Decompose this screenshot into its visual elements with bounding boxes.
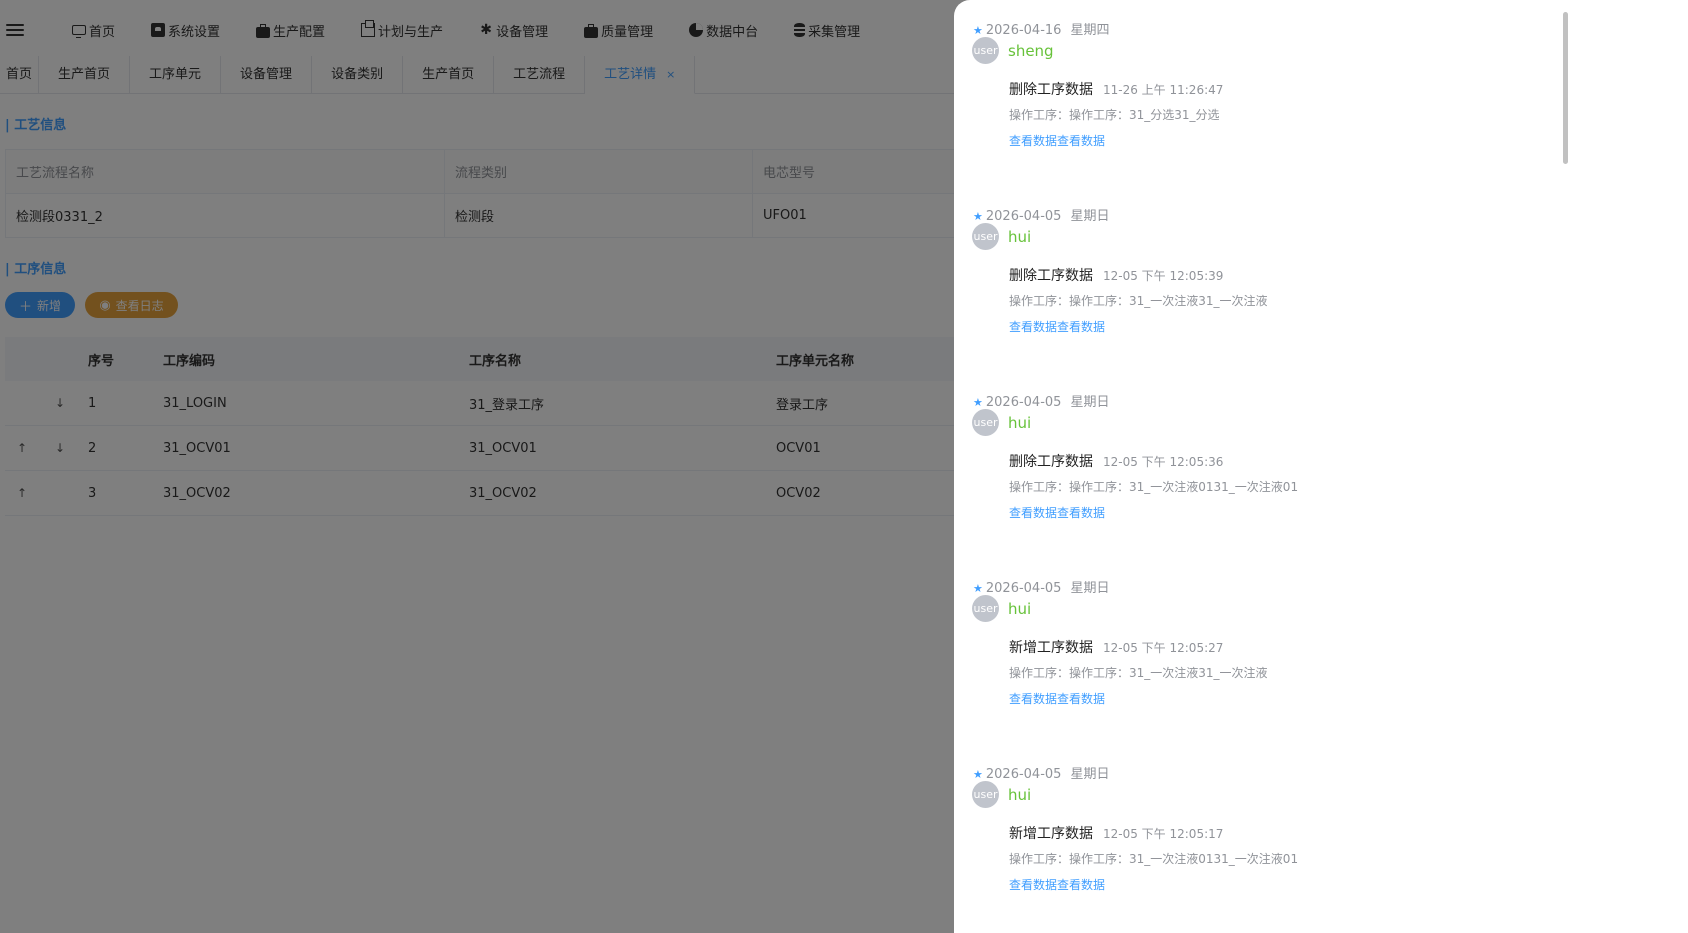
log-detail: 操作工序：操作工序：31_分选31_分选 bbox=[1009, 108, 1220, 122]
log-drawer: ★ 2026-04-16 星期四 user sheng 删除工序数据 11-26 上午… bbox=[954, 0, 1688, 933]
log-entry: ★ 2026-04-05 星期日 user hui 删除工序数据 12-05 下午 1… bbox=[954, 391, 1554, 577]
log-detail: 操作工序：操作工序：31_一次注液31_一次注液 bbox=[1009, 666, 1268, 680]
log-date: ★ 2026-04-05 星期日 bbox=[973, 209, 1110, 224]
log-detail: 操作工序：操作工序：31_一次注液31_一次注液 bbox=[1009, 294, 1268, 308]
drawer-scrollbar[interactable] bbox=[1563, 12, 1568, 164]
log-action: 新增工序数据 12-05 下午 12:05:27 bbox=[1009, 640, 1224, 656]
log-date: ★ 2026-04-05 星期日 bbox=[973, 581, 1110, 596]
log-action: 删除工序数据 12-05 下午 12:05:39 bbox=[1009, 268, 1224, 284]
log-entry: ★ 2026-04-05 星期日 user hui 新增工序数据 12-05 下午 1… bbox=[954, 763, 1554, 933]
star-icon: ★ bbox=[973, 582, 983, 595]
avatar: user bbox=[972, 781, 999, 808]
avatar: user bbox=[972, 223, 999, 250]
log-username: hui bbox=[1008, 786, 1032, 804]
avatar: user bbox=[972, 595, 999, 622]
view-data-link[interactable]: 查看数据查看数据 bbox=[1009, 504, 1105, 521]
star-icon: ★ bbox=[973, 210, 983, 223]
log-username: hui bbox=[1008, 414, 1032, 432]
view-data-link[interactable]: 查看数据查看数据 bbox=[1009, 132, 1105, 149]
avatar: user bbox=[972, 37, 999, 64]
log-action: 删除工序数据 11-26 上午 11:26:47 bbox=[1009, 82, 1224, 98]
log-detail: 操作工序：操作工序：31_一次注液0131_一次注液01 bbox=[1009, 480, 1299, 494]
view-data-link[interactable]: 查看数据查看数据 bbox=[1009, 318, 1105, 335]
log-username: hui bbox=[1008, 600, 1032, 618]
star-icon: ★ bbox=[973, 396, 983, 409]
log-date: ★ 2026-04-16 星期四 bbox=[973, 23, 1110, 38]
log-detail: 操作工序：操作工序：31_一次注液0131_一次注液01 bbox=[1009, 852, 1299, 866]
view-data-link[interactable]: 查看数据查看数据 bbox=[1009, 690, 1105, 707]
log-action: 删除工序数据 12-05 下午 12:05:36 bbox=[1009, 454, 1224, 470]
log-username: hui bbox=[1008, 228, 1032, 246]
log-entry: ★ 2026-04-16 星期四 user sheng 删除工序数据 11-26 上午… bbox=[954, 19, 1554, 205]
log-username: sheng bbox=[1008, 42, 1054, 60]
log-action: 新增工序数据 12-05 下午 12:05:17 bbox=[1009, 826, 1224, 842]
star-icon: ★ bbox=[973, 24, 983, 37]
log-date: ★ 2026-04-05 星期日 bbox=[973, 767, 1110, 782]
log-entry: ★ 2026-04-05 星期日 user hui 删除工序数据 12-05 下午 1… bbox=[954, 205, 1554, 391]
star-icon: ★ bbox=[973, 768, 983, 781]
log-entry: ★ 2026-04-05 星期日 user hui 新增工序数据 12-05 下午 1… bbox=[954, 577, 1554, 763]
log-date: ★ 2026-04-05 星期日 bbox=[973, 395, 1110, 410]
avatar: user bbox=[972, 409, 999, 436]
view-data-link[interactable]: 查看数据查看数据 bbox=[1009, 876, 1105, 893]
